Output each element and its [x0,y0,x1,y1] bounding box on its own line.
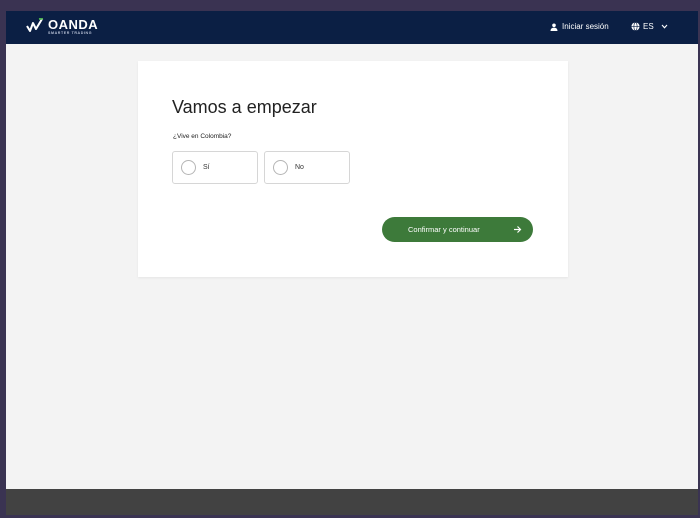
confirm-button-label: Confirmar y continuar [408,225,480,234]
radio-si[interactable] [181,160,196,175]
radio-no[interactable] [273,160,288,175]
globe-icon [631,22,640,31]
option-no[interactable]: No [264,151,350,184]
residency-question: ¿Vive en Colombia? [173,133,232,140]
onboarding-card: Vamos a empezar ¿Vive en Colombia? Sí No… [138,61,568,277]
browser-window: OANDA SMARTER TRADING Iniciar sesión ES [6,11,698,515]
confirm-continue-button[interactable]: Confirmar y continuar [382,217,533,242]
option-no-label: No [295,164,304,171]
oanda-logo-icon [26,18,44,32]
user-icon [550,23,558,31]
language-label: ES [643,22,654,31]
chevron-down-icon [661,24,668,29]
brand-tagline: SMARTER TRADING [48,31,93,35]
arrow-right-icon [514,226,522,233]
login-label: Iniciar sesión [562,22,609,31]
brand-name: OANDA [48,17,99,32]
top-navigation-bar: OANDA SMARTER TRADING Iniciar sesión ES [6,11,698,44]
footer-bar [6,489,698,515]
page-title: Vamos a empezar [172,97,317,117]
language-selector[interactable]: ES [631,22,668,31]
login-link[interactable]: Iniciar sesión [550,22,609,31]
option-si-label: Sí [203,164,210,171]
option-si[interactable]: Sí [172,151,258,184]
oanda-logo[interactable]: OANDA SMARTER TRADING [26,18,98,38]
